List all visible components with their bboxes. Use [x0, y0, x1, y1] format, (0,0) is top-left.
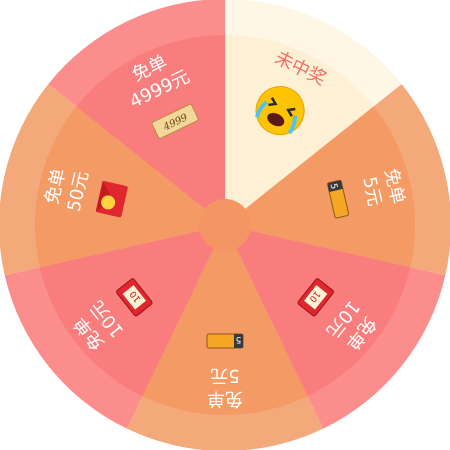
coupon-value: 5: [236, 334, 242, 344]
spin-pointer-hub[interactable]: [190, 190, 260, 260]
segment-content-free-5-b: 免单5元 5: [206, 333, 244, 409]
segment-title: 免单: [207, 388, 243, 409]
coupon-5-icon: 5: [206, 333, 244, 349]
segment-amount: 5元: [210, 365, 239, 386]
